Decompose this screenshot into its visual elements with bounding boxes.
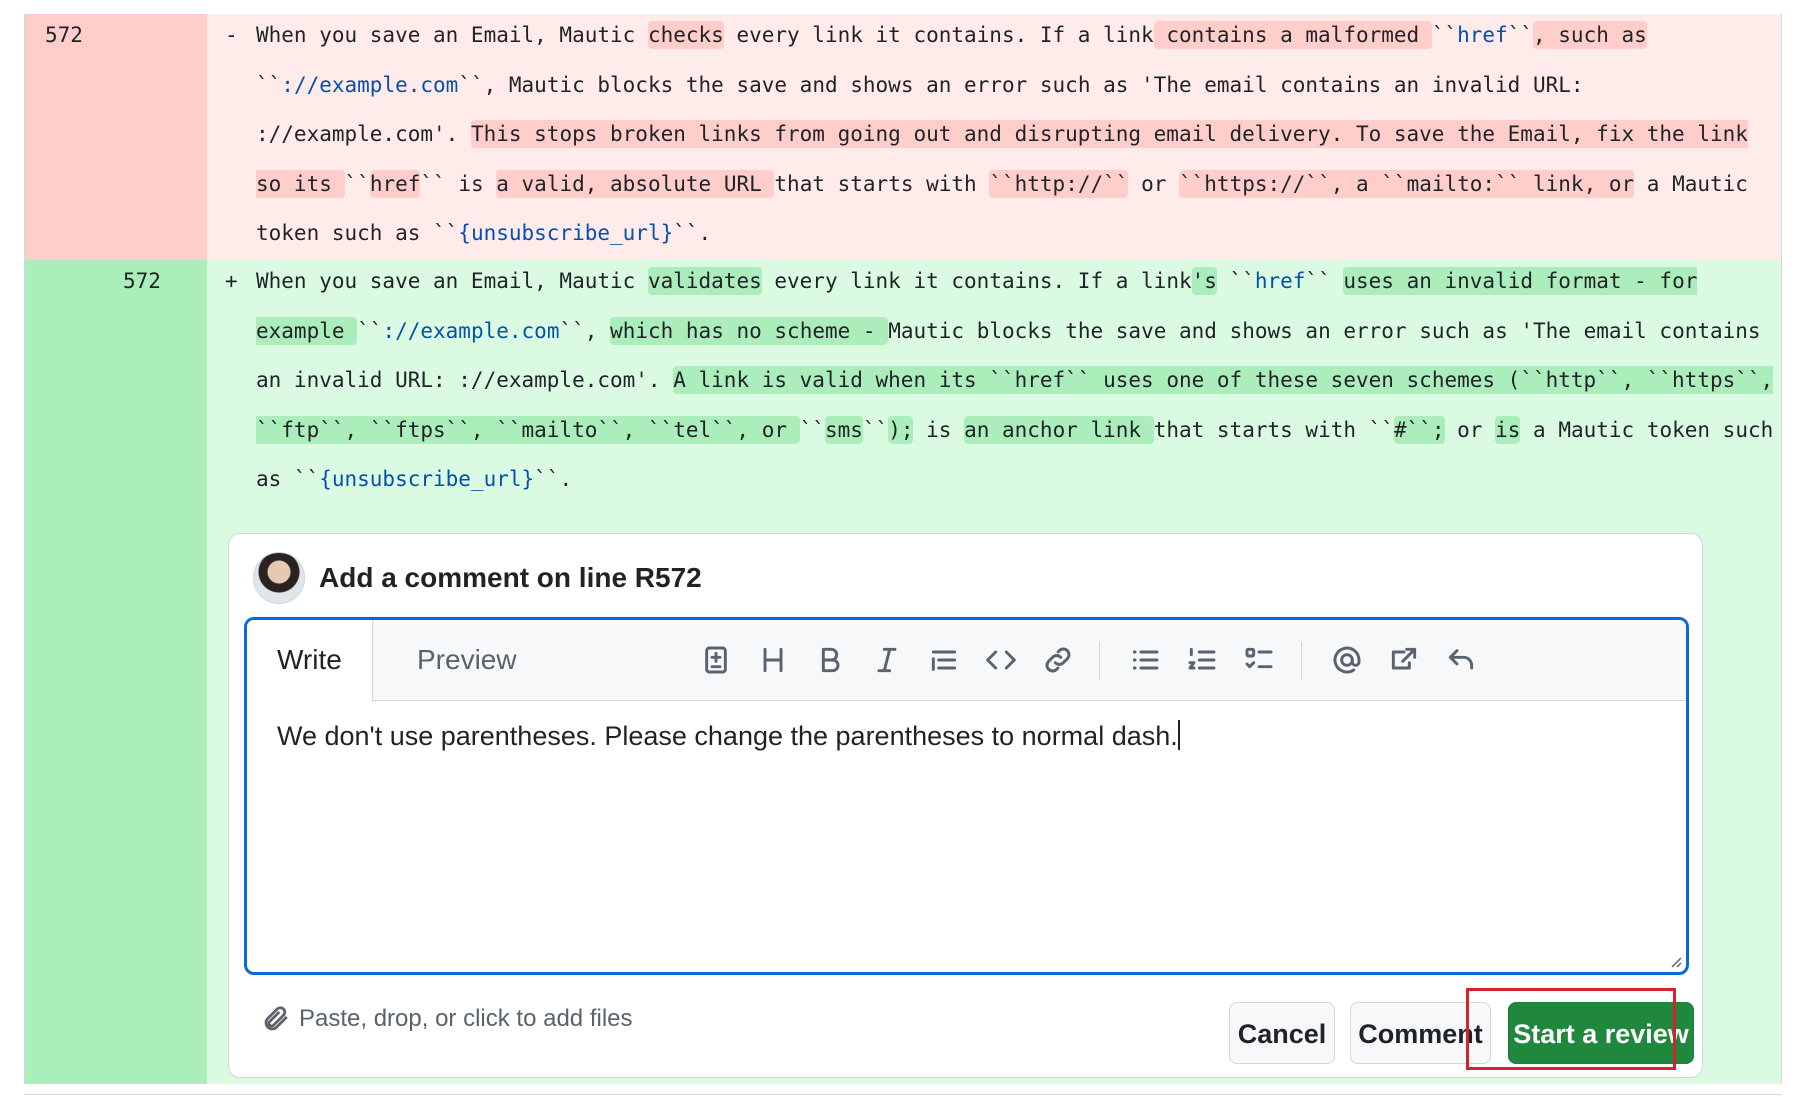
- toolbar-divider: [1301, 642, 1302, 680]
- comment-editor: Write Preview We don't use parentheses. …: [244, 617, 1689, 975]
- code-text-segment: When you save an Email, Mautic: [256, 23, 648, 47]
- code-text-segment: ``: [799, 417, 825, 442]
- add-suggestion-icon[interactable]: [694, 638, 738, 682]
- changed-text-segment: checks: [647, 21, 724, 49]
- cross-reference-icon[interactable]: [1382, 638, 1426, 682]
- changed-text-segment: which has no scheme -: [610, 316, 889, 345]
- deleted-line-code: When you save an Email, Mautic checks ev…: [256, 11, 1776, 259]
- tab-preview[interactable]: Preview: [387, 620, 547, 700]
- code-text-segment: ``: [1507, 23, 1533, 47]
- code-text-segment: ``: [862, 417, 889, 442]
- code-link-token: ://example.com: [382, 318, 560, 343]
- comment-body-text: We don't use parentheses. Please change …: [277, 721, 1178, 751]
- changed-text-segment: sms: [824, 415, 863, 444]
- resize-handle-icon[interactable]: [1668, 954, 1682, 968]
- code-text-segment: that starts with ``: [1153, 417, 1394, 442]
- code-link-token: {unsubscribe_url}: [319, 467, 535, 492]
- changed-text-segment: is: [1495, 415, 1521, 444]
- changed-text-segment: );: [888, 415, 914, 444]
- code-text-segment: ``.: [534, 467, 573, 492]
- code-text-segment: or: [1444, 417, 1496, 442]
- ordered-list-icon[interactable]: [1180, 638, 1224, 682]
- diff-bottom-border: [24, 1094, 1782, 1095]
- cancel-button[interactable]: Cancel: [1229, 1002, 1335, 1064]
- code-text-segment: ``: [344, 171, 370, 196]
- changed-text-segment: , such as: [1533, 21, 1647, 49]
- comment-header: Add a comment on line R572: [253, 552, 702, 604]
- link-icon[interactable]: [1036, 638, 1080, 682]
- avatar: [253, 552, 305, 604]
- comment-title: Add a comment on line R572: [319, 562, 702, 593]
- changed-text-segment: ``http://``: [989, 169, 1129, 198]
- editor-toolbar: Write Preview: [247, 620, 1686, 701]
- added-line-number[interactable]: 572: [123, 269, 161, 293]
- code-text-segment: When you save an Email, Mautic: [256, 269, 648, 293]
- mention-icon[interactable]: [1325, 638, 1369, 682]
- deleted-line-number[interactable]: 572: [45, 23, 83, 47]
- code-text-segment: ``: [1431, 23, 1458, 47]
- code-link-token: href: [1254, 269, 1306, 293]
- addition-marker: +: [225, 269, 238, 293]
- heading-icon[interactable]: [751, 638, 795, 682]
- added-line-code: When you save an Email, Mautic validates…: [256, 257, 1776, 505]
- changed-text-segment: ``https://``, a ``mailto:`` link, or: [1179, 169, 1635, 198]
- code-text-segment: ``: [1216, 269, 1255, 293]
- paperclip-icon: [264, 1006, 288, 1031]
- code-text-segment: ``: [1305, 269, 1344, 293]
- code-link-token: {unsubscribe_url}: [458, 221, 674, 246]
- code-text-segment: every link it contains. If a link: [761, 269, 1192, 293]
- code-text-segment: `` is: [420, 171, 497, 196]
- tab-write[interactable]: Write: [247, 620, 373, 701]
- code-text-segment: ``.: [673, 221, 712, 246]
- attach-files-hint: Paste, drop, or click to add files: [299, 1005, 633, 1032]
- bold-icon[interactable]: [808, 638, 852, 682]
- code-text-segment: every link it contains. If a link: [723, 23, 1154, 47]
- unordered-list-icon[interactable]: [1123, 638, 1167, 682]
- code-icon[interactable]: [979, 638, 1023, 682]
- changed-text-segment: contains a malformed: [1153, 21, 1432, 49]
- code-text-segment: that starts with: [774, 171, 990, 196]
- quote-icon[interactable]: [922, 638, 966, 682]
- code-text-segment: or: [1128, 171, 1179, 196]
- toolbar-divider: [1099, 642, 1100, 680]
- deletion-marker: -: [225, 23, 238, 47]
- changed-text-segment: 's: [1191, 267, 1217, 295]
- comment-textarea[interactable]: We don't use parentheses. Please change …: [277, 720, 1180, 752]
- start-review-highlight-box: [1466, 988, 1676, 1070]
- changed-text-segment: validates: [647, 267, 762, 295]
- code-link-token: href: [1457, 23, 1508, 47]
- code-text-segment: ``: [357, 318, 383, 343]
- deleted-line-gutter: 572: [25, 14, 207, 260]
- text-caret: [1177, 720, 1180, 750]
- changed-text-segment: a valid, absolute URL: [496, 169, 775, 198]
- changed-text-segment: an anchor link: [964, 415, 1154, 444]
- changed-text-segment: href: [369, 169, 421, 198]
- undo-icon[interactable]: [1439, 638, 1483, 682]
- deleted-line-row: 572 - When you save an Email, Mautic che…: [25, 14, 1781, 260]
- italic-icon[interactable]: [865, 638, 909, 682]
- code-text-segment: ``: [256, 72, 282, 97]
- code-link-token: ://example.com: [281, 72, 459, 97]
- changed-text-segment: #``;: [1393, 415, 1445, 444]
- code-text-segment: is: [913, 417, 965, 442]
- attach-files-area[interactable]: Paste, drop, or click to add files: [261, 1004, 633, 1034]
- task-list-icon[interactable]: [1237, 638, 1281, 682]
- added-line-gutter: 572: [25, 260, 207, 1084]
- code-text-segment: ``,: [559, 318, 611, 343]
